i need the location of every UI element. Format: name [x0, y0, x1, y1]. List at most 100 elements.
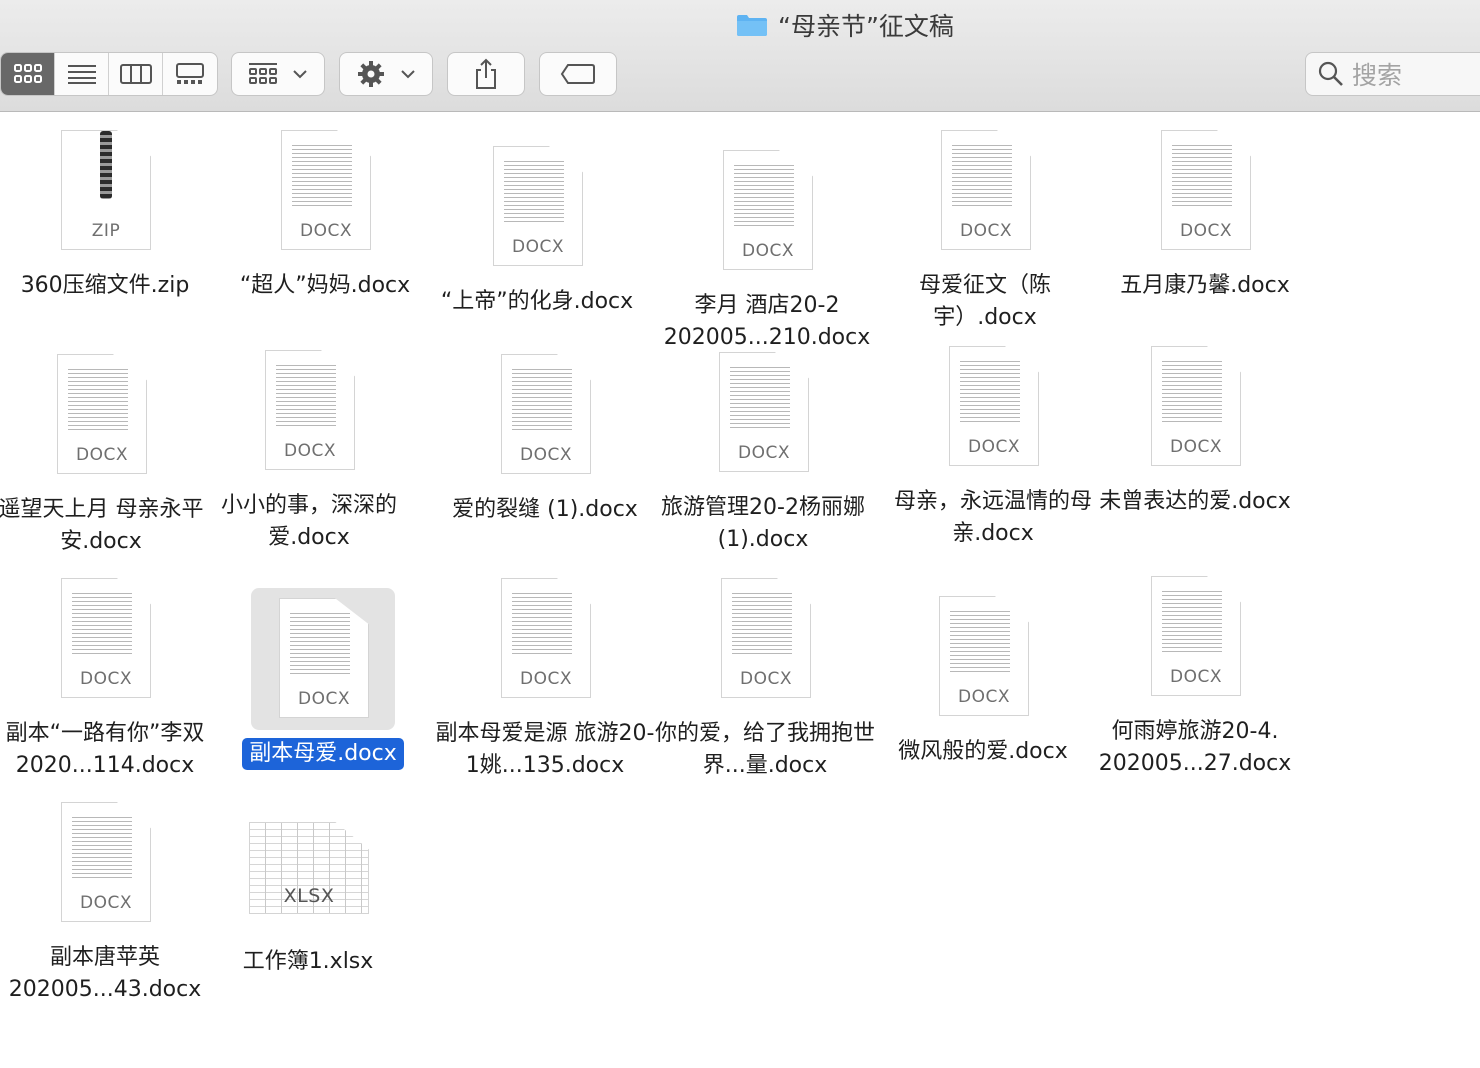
- file-name-label[interactable]: 旅游管理20-2杨丽娜 (1).docx: [653, 492, 873, 556]
- file-extension-label: DOCX: [520, 669, 572, 689]
- document-preview-lines: [276, 365, 336, 429]
- document-preview-lines: [1162, 361, 1222, 425]
- file-name-label[interactable]: 你的爱，给了我拥抱世界...量.docx: [655, 718, 875, 782]
- document-file-icon[interactable]: DOCX: [265, 350, 355, 470]
- search-field[interactable]: 搜索: [1305, 52, 1480, 96]
- file-name-text: 未曾表达的爱.docx: [1099, 489, 1291, 514]
- file-name-label[interactable]: 副本母爱.docx: [213, 738, 433, 770]
- file-extension-label: DOCX: [284, 441, 336, 461]
- file-name-text: 微风般的爱.docx: [898, 739, 1068, 764]
- document-file-icon[interactable]: DOCX: [493, 146, 583, 266]
- document-file-icon[interactable]: DOCX: [1151, 576, 1241, 696]
- document-file-icon[interactable]: DOCX: [61, 578, 151, 698]
- file-name-label[interactable]: 微风般的爱.docx: [873, 736, 1093, 768]
- list-view-button[interactable]: [55, 53, 109, 95]
- document-preview-lines: [504, 161, 564, 225]
- zip-file-icon[interactable]: ZIP: [61, 130, 151, 250]
- document-file-icon[interactable]: DOCX: [281, 130, 371, 250]
- action-menu-button[interactable]: [339, 52, 433, 96]
- folder-icon: [737, 15, 767, 36]
- file-name-label[interactable]: 爱的裂缝 (1).docx: [435, 494, 655, 526]
- file-name-label[interactable]: “上帝”的化身.docx: [427, 286, 647, 318]
- file-extension-label: ZIP: [91, 221, 121, 241]
- file-name-label[interactable]: 副本母爱是源 旅游20-1姚...135.docx: [435, 718, 655, 782]
- search-placeholder: 搜索: [1352, 61, 1403, 90]
- file-name-label[interactable]: 未曾表达的爱.docx: [1085, 486, 1305, 518]
- file-name-label[interactable]: 副本唐苹英 202005...43.docx: [0, 942, 215, 1006]
- document-file-icon[interactable]: DOCX: [719, 352, 809, 472]
- document-preview-lines: [72, 593, 132, 657]
- document-file-icon[interactable]: DOCX: [61, 802, 151, 922]
- tags-button[interactable]: [539, 52, 617, 96]
- file-name-text: 母爱征文（陈宇）.docx: [918, 273, 1051, 330]
- file-extension-label: DOCX: [1170, 437, 1222, 457]
- gear-icon: [358, 61, 384, 87]
- file-extension-label: DOCX: [740, 669, 792, 689]
- group-by-button[interactable]: [231, 52, 325, 96]
- document-file-icon[interactable]: DOCX: [279, 598, 369, 718]
- document-file-icon[interactable]: DOCX: [941, 130, 1031, 250]
- icon-view-button[interactable]: [1, 53, 55, 95]
- file-extension-label: DOCX: [76, 445, 128, 465]
- document-file-icon[interactable]: DOCX: [1161, 130, 1251, 250]
- file-name-text: 何雨婷旅游20-4. 202005...27.docx: [1098, 719, 1292, 776]
- document-file-icon[interactable]: DOCX: [723, 150, 813, 270]
- file-name-text: 母亲，永远温情的母亲.docx: [893, 489, 1092, 546]
- file-extension-label: XLSX: [283, 885, 335, 907]
- file-name-text: 副本母爱是源 旅游20-1姚...135.docx: [435, 721, 655, 778]
- file-name-text: 小小的事，深深的爱.docx: [220, 493, 397, 550]
- document-file-icon[interactable]: DOCX: [57, 354, 147, 474]
- group-grid-icon: [249, 63, 277, 84]
- file-name-label[interactable]: 母爱征文（陈宇）.docx: [875, 270, 1095, 334]
- document-preview-lines: [68, 369, 128, 433]
- window-title: “母亲节”征文稿: [736, 8, 954, 42]
- file-extension-label: DOCX: [968, 437, 1020, 457]
- list-icon: [67, 65, 96, 84]
- file-name-label[interactable]: 遥望天上月 母亲永平安.docx: [0, 494, 211, 558]
- file-name-text: 旅游管理20-2杨丽娜 (1).docx: [661, 495, 865, 552]
- file-name-text: “超人”妈妈.docx: [239, 273, 411, 298]
- file-name-text: 李月 酒店20-2 202005...210.docx: [663, 293, 871, 350]
- column-view-button[interactable]: [109, 53, 163, 95]
- file-name-label[interactable]: 副本“一路有你”李双 2020...114.docx: [0, 718, 215, 782]
- file-name-label[interactable]: 李月 酒店20-2 202005...210.docx: [657, 290, 877, 354]
- file-name-text: 爱的裂缝 (1).docx: [452, 497, 638, 522]
- file-extension-label: DOCX: [960, 221, 1012, 241]
- chevron-down-icon: [401, 70, 415, 79]
- file-name-text: 副本“一路有你”李双 2020...114.docx: [5, 721, 205, 778]
- document-preview-lines: [512, 369, 572, 433]
- document-preview-lines: [290, 613, 350, 677]
- file-name-label[interactable]: “超人”妈妈.docx: [215, 270, 435, 302]
- tag-icon: [560, 64, 595, 84]
- document-preview-lines: [292, 145, 352, 209]
- document-preview-lines: [512, 593, 572, 657]
- document-preview-lines: [1172, 145, 1232, 209]
- file-name-text: 360压缩文件.zip: [20, 273, 190, 298]
- document-file-icon[interactable]: DOCX: [939, 596, 1029, 716]
- file-name-text: 工作簿1.xlsx: [242, 949, 374, 974]
- file-name-text: 你的爱，给了我拥抱世界...量.docx: [655, 721, 876, 778]
- document-preview-lines: [952, 145, 1012, 209]
- zipper-icon: [100, 131, 112, 199]
- file-name-label[interactable]: 五月康乃馨.docx: [1095, 270, 1315, 302]
- spreadsheet-file-icon[interactable]: XLSX: [249, 822, 369, 914]
- document-file-icon[interactable]: DOCX: [949, 346, 1039, 466]
- file-name-label[interactable]: 何雨婷旅游20-4. 202005...27.docx: [1085, 716, 1305, 780]
- file-name-label[interactable]: 小小的事，深深的爱.docx: [199, 490, 419, 554]
- chevron-down-icon: [293, 70, 307, 79]
- document-file-icon[interactable]: DOCX: [501, 354, 591, 474]
- document-file-icon[interactable]: DOCX: [501, 578, 591, 698]
- file-extension-label: DOCX: [742, 241, 794, 261]
- document-file-icon[interactable]: DOCX: [721, 578, 811, 698]
- share-button[interactable]: [447, 52, 525, 96]
- file-extension-label: DOCX: [512, 237, 564, 257]
- file-extension-label: DOCX: [1180, 221, 1232, 241]
- file-name-label[interactable]: 母亲，永远温情的母亲.docx: [883, 486, 1103, 550]
- file-name-label[interactable]: 360压缩文件.zip: [0, 270, 215, 302]
- gallery-view-button[interactable]: [163, 53, 217, 95]
- document-file-icon[interactable]: DOCX: [1151, 346, 1241, 466]
- window-title-text: “母亲节”征文稿: [778, 12, 954, 41]
- file-name-label[interactable]: 工作簿1.xlsx: [198, 946, 418, 978]
- file-extension-label: DOCX: [80, 893, 132, 913]
- document-preview-lines: [72, 817, 132, 881]
